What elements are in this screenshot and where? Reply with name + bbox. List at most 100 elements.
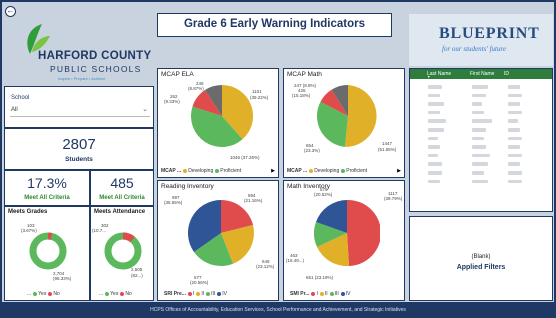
mcap-math-label: (51.55%) [378,147,397,152]
mcap-math-label: (15.18%) [292,93,311,98]
redacted-cell [508,128,520,132]
legend-scroll-arrow-icon[interactable]: ▶ [271,168,275,174]
legend-developing: Developing [314,168,340,174]
meets-attendance-no-pct: (10.7... [92,228,107,233]
legend-title: SMI Pr... [290,291,310,297]
page-title: Grade 6 Early Warning Indicators [157,13,392,37]
meets-grades-no-pct: (3.67%) [21,228,37,233]
school-dropdown[interactable]: All ⌄ [10,105,150,117]
redacted-cell [428,153,438,158]
legend-no: No [125,291,132,297]
logo-tagline: Inspire • Prepare • Achieve [58,76,106,81]
reading-inventory-legend: SRI Pre... I II III IV [164,291,227,297]
meets-attendance-yes-pct: (82...) [131,273,143,278]
meets-grades-legend: ... Yes No [27,291,60,297]
redacted-cell [472,171,484,175]
redacted-cell [508,102,520,106]
meets-attendance-yes-count: 2,505 [131,267,143,272]
redacted-cell [508,171,522,175]
redacted-cell [428,119,446,123]
redacted-cell [428,110,440,115]
table-row[interactable] [412,119,548,123]
legend-level: IV [222,291,228,297]
math-inventory-pie[interactable] [314,195,380,271]
meet-all-pct-card: 17.3% Meet All Criteria [4,170,90,206]
mcap-math-title: MCAP Math [287,71,322,78]
redacted-cell [472,128,486,132]
table-row[interactable] [412,179,548,184]
redacted-cell [508,110,522,115]
reading-inventory-pie[interactable] [188,195,254,271]
blueprint-word: BLUEPRINT [439,25,540,42]
mcap-ela-legend: MCAP ... Developing Proficient [161,168,241,174]
students-card: 2807 Students [4,128,154,170]
meets-attendance-donut[interactable] [103,231,143,271]
table-row[interactable] [412,110,548,115]
column-header-last-name[interactable]: Last Name [427,71,451,77]
student-table[interactable]: Last Name ▼ First Name ID [409,68,553,212]
redacted-cell [508,93,522,98]
table-row[interactable] [412,171,548,175]
table-row[interactable] [412,162,548,166]
reading-inventory-title: Reading Inventory [161,183,214,190]
math-inv-label: (16.49...) [286,258,305,263]
school-filter-label: School [11,95,30,101]
blueprint-tagline: for our students' future [442,45,507,53]
legend-proficient: Proficient [346,168,368,174]
reading-label: (35.55%) [164,200,183,205]
reading-label: (20.56%) [190,280,209,285]
chevron-down-icon: ⌄ [142,106,148,113]
table-row[interactable] [412,153,548,158]
legend-level: II [324,291,328,297]
redacted-cell [508,153,522,158]
redacted-cell [428,162,442,166]
table-row[interactable] [412,102,548,106]
meets-attendance-card: Meets Attendance 302 (10.7... 2,505 (82.… [90,206,154,301]
redacted-cell [472,119,492,123]
column-header-id[interactable]: ID [504,71,509,77]
redacted-cell [508,85,520,89]
legend-title: MCAP ... [287,168,308,174]
mcap-math-legend: MCAP ... Developing Proficient [287,168,367,174]
meet-all-count-label: Meet All Criteria [99,195,145,201]
mcap-math-pie[interactable] [316,81,380,151]
dashboard-canvas: ← HARFORD COUNTY PUBLIC SCHOOLS Inspire … [2,2,554,302]
table-row[interactable] [412,145,548,149]
legend-no: No [53,291,60,297]
column-header-first-name[interactable]: First Name [470,71,494,77]
reading-label: (21.16%) [244,198,263,203]
blueprint-logo: BLUEPRINT for our students' future [409,14,553,66]
legend-proficient: Proficient [220,168,242,174]
math-inventory-legend: SMI Pr... I II III IV [290,291,351,297]
table-header: Last Name ▼ First Name ID [410,69,552,79]
meets-grades-donut[interactable] [28,231,68,271]
table-row[interactable] [412,128,548,132]
table-row[interactable] [412,136,548,141]
redacted-cell [508,119,518,123]
redacted-cell [472,136,484,141]
redacted-cell [428,128,444,132]
mcap-ela-card: MCAP ELA 249 (8.87%) 262 (9.33%) 1101 (3… [157,68,279,178]
legend-title: MCAP ... [161,168,182,174]
back-arrow-icon[interactable]: ← [5,6,16,17]
mcap-ela-pie[interactable] [190,81,254,151]
redacted-cell [472,162,488,166]
legend-yes: Yes [110,291,119,297]
redacted-cell [472,85,488,89]
table-row[interactable] [412,93,548,98]
redacted-cell [428,85,442,89]
redacted-cell [472,102,482,106]
legend-title: SRI Pre... [164,291,186,297]
redacted-cell [428,136,438,141]
legend-scroll-arrow-icon[interactable]: ▶ [397,168,401,174]
redacted-cell [472,179,488,184]
redacted-cell [508,136,522,141]
logo-county-text: HARFORD COUNTY [38,50,152,62]
students-label: Students [65,156,93,163]
redacted-cell [428,179,440,184]
legend-level: III [211,291,216,297]
table-row[interactable] [412,85,548,89]
mcap-ela-label: (39.22%) [250,95,269,100]
math-inv-label: (20.52%) [314,192,333,197]
footer-credits: HCPS Offices of Accountability, Educatio… [150,307,406,313]
